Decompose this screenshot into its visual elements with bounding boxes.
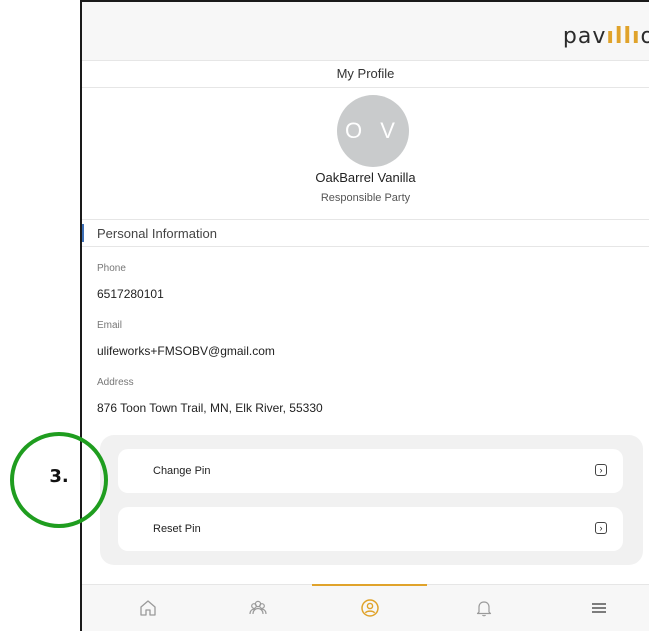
profile-name: OakBarrel Vanilla [315,170,416,185]
phone-value: 6517280101 [97,287,164,301]
nav-home[interactable] [136,596,160,620]
phone-label: Phone [97,263,126,274]
personal-information-header: Personal Information [82,219,649,247]
chevron-right-icon: › [595,464,607,476]
page-title: My Profile [82,61,649,88]
change-pin-button[interactable]: Change Pin › [118,449,623,493]
active-tab-indicator [312,584,427,586]
email-label: Email [97,320,123,331]
home-icon [140,600,156,616]
reset-pin-button[interactable]: Reset Pin › [118,507,623,551]
address-label: Address [97,377,134,388]
avatar: O V [337,95,409,167]
step-annotation-circle: 3. [10,432,108,528]
step-number: 3. [49,466,69,487]
logo-text-suffix: o [641,24,649,49]
change-pin-label: Change Pin [153,465,211,477]
profile-icon [361,599,379,617]
reset-pin-label: Reset Pin [153,523,201,535]
pavillio-logo: pavıllıo [563,24,649,49]
nav-menu[interactable] [587,596,611,620]
profile-role: Responsible Party [320,192,411,204]
bell-icon [476,601,492,617]
logo-mark: ıllı [606,24,641,49]
community-icon [249,600,267,615]
logo-text-prefix: pav [562,24,607,49]
nav-community[interactable] [246,596,270,620]
address-value: 876 Toon Town Trail, MN, Elk River, 5533… [97,401,323,415]
app-window: pavıllıo My Profile O V OakBarrel Vanill… [80,0,649,631]
email-value: ulifeworks+FMSOBV@gmail.com [97,344,275,358]
pin-actions-panel: Change Pin › Reset Pin › [100,435,643,565]
top-bar: pavıllıo [82,2,649,61]
nav-profile[interactable] [358,596,382,620]
chevron-right-icon: › [595,522,607,534]
nav-notifications[interactable] [472,596,496,620]
menu-icon [592,603,606,613]
bottom-navigation [82,584,649,631]
